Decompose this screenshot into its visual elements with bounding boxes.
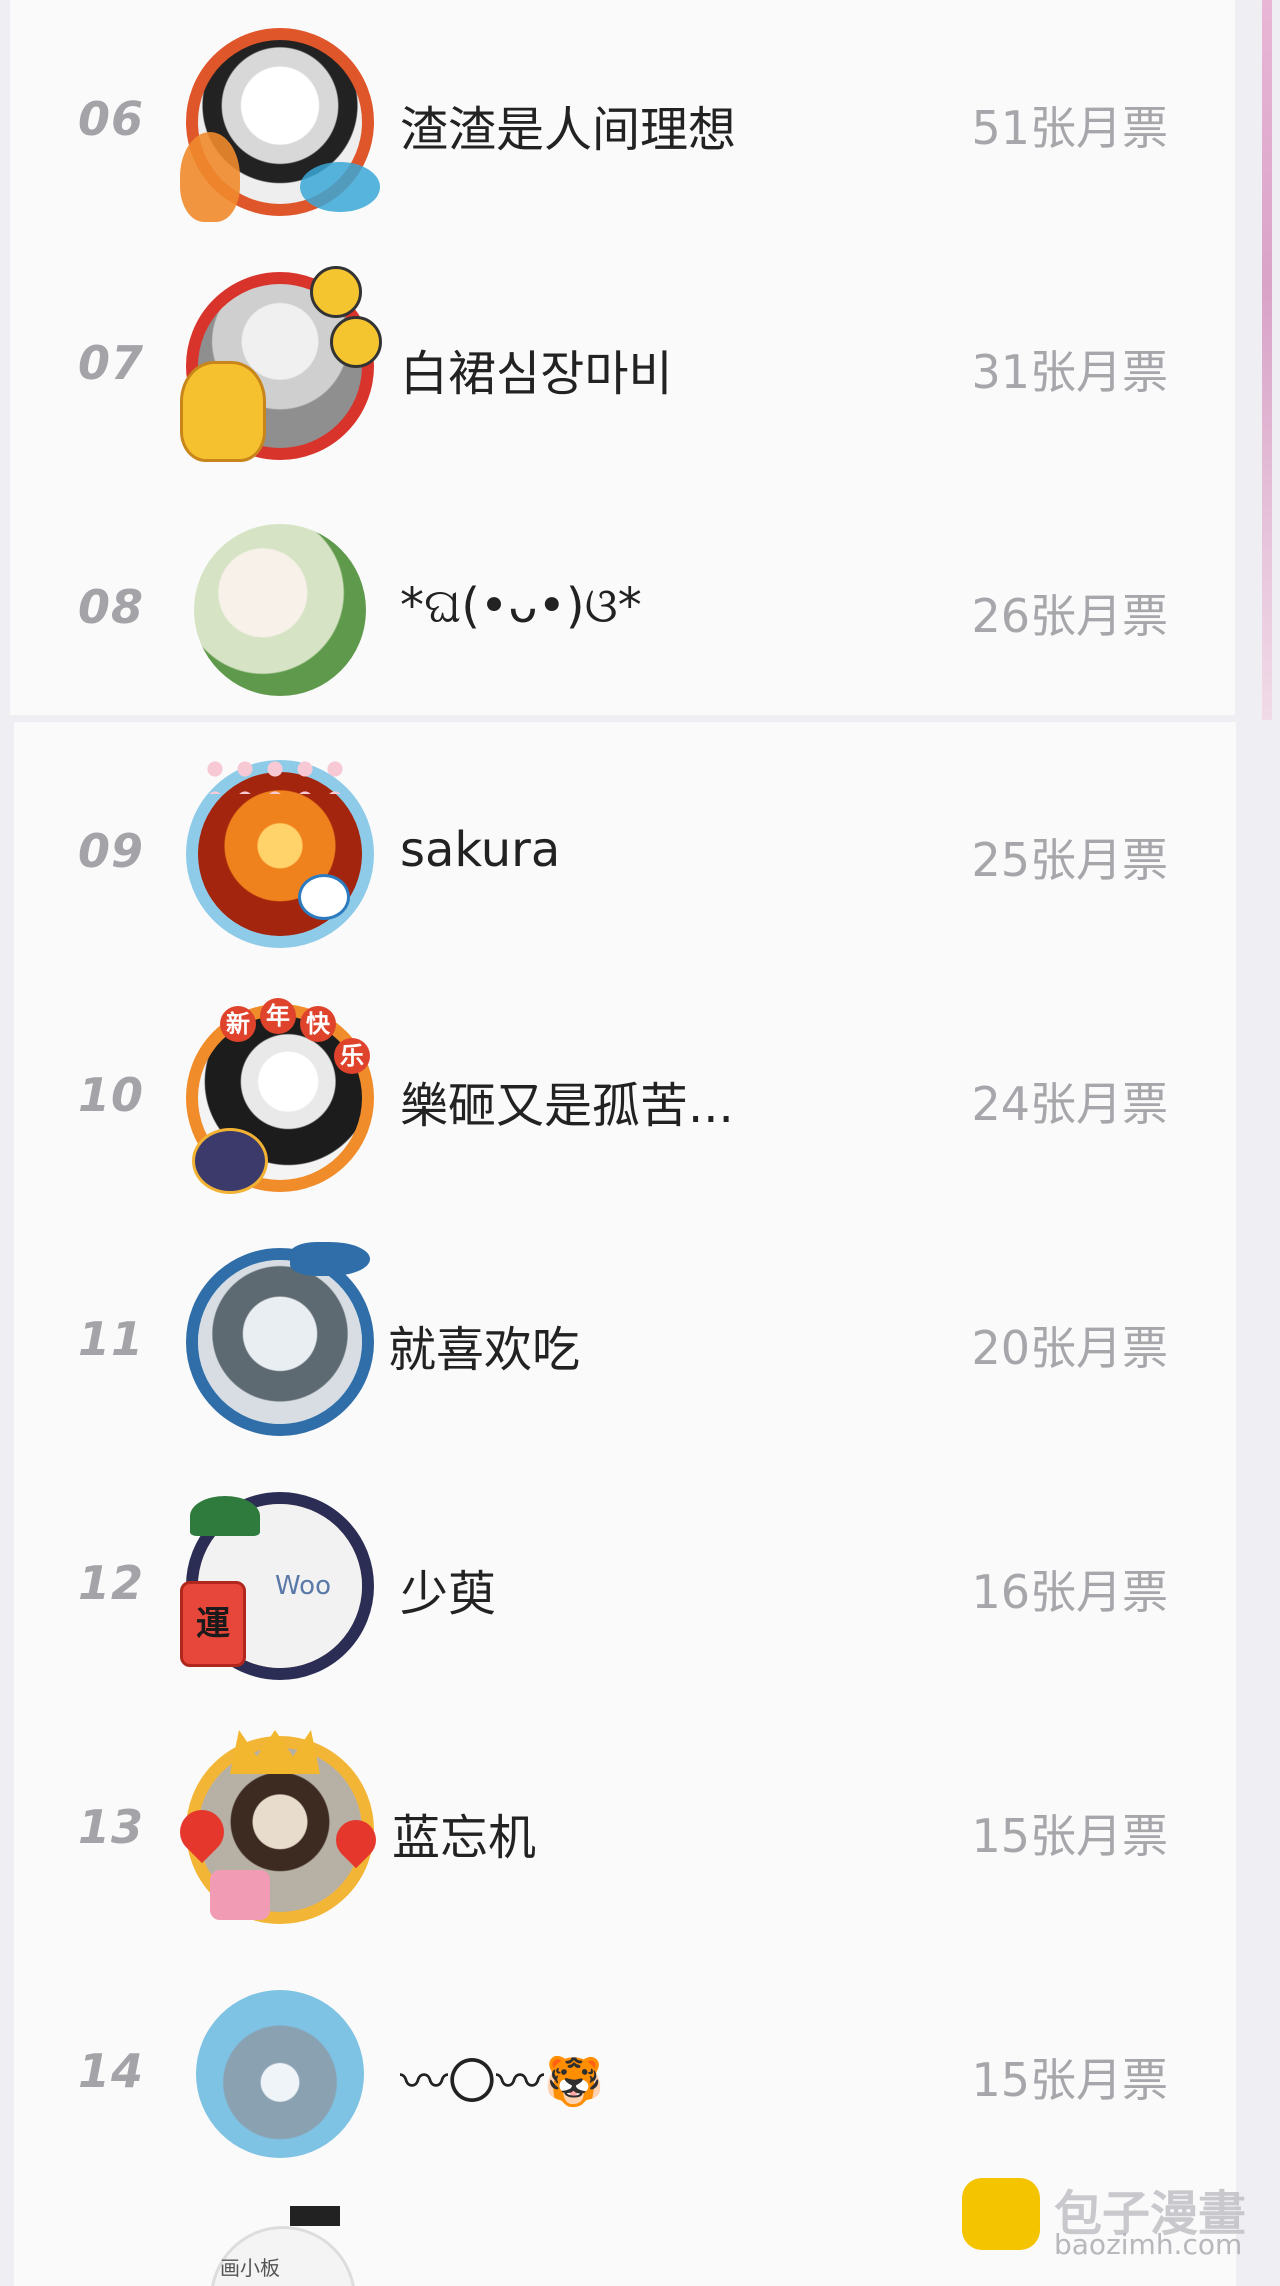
- avatar[interactable]: 新 年 快 乐: [180, 998, 380, 1198]
- vote-count: 26张月票: [971, 589, 1168, 643]
- graduation-cap-icon: [290, 2206, 340, 2226]
- vote-count: 15张月票: [971, 2053, 1168, 2107]
- rank-number: 06: [78, 92, 145, 146]
- rank-number: 09: [78, 824, 145, 878]
- user-name: 就喜欢吃: [388, 1322, 581, 1378]
- list-item[interactable]: 07 白裙심장마비 31张月票: [0, 244, 1240, 488]
- bird-icon: [298, 874, 350, 920]
- list-item[interactable]: 09 sakura 25张月票: [0, 732, 1240, 976]
- vote-count: 24张月票: [971, 1077, 1168, 1131]
- avatar[interactable]: [180, 1974, 380, 2174]
- vote-count: 25张月票: [971, 833, 1168, 887]
- user-name: sakura: [400, 822, 561, 878]
- wave-icon: [300, 162, 380, 212]
- user-name: 樂砸又是孤苦...: [400, 1078, 734, 1134]
- list-item[interactable]: 08 *ଘ(•ᴗ•)ଓ* 26张月票: [0, 488, 1240, 732]
- luck-tag-icon: 運: [180, 1581, 246, 1667]
- list-item[interactable]: 13 蓝忘机 15张月票: [0, 1708, 1240, 1952]
- rank-number: 13: [78, 1800, 145, 1854]
- rank-number: 14: [78, 2044, 145, 2098]
- pine-icon: [190, 1496, 260, 1536]
- avatar[interactable]: [180, 510, 380, 710]
- avatar[interactable]: [180, 22, 380, 222]
- user-name: 白裙심장마비: [400, 346, 673, 402]
- user-name: 少萸: [400, 1566, 497, 1622]
- avatar[interactable]: [180, 1242, 380, 1442]
- rank-number: 10: [78, 1068, 145, 1122]
- coin-icon: [330, 316, 382, 368]
- avatar[interactable]: 画小板: [180, 2196, 380, 2286]
- vote-count: 16张月票: [971, 1565, 1168, 1619]
- rank-number: 07: [78, 336, 145, 390]
- new-year-badge: 年: [260, 998, 296, 1034]
- list-item[interactable]: 11 就喜欢吃 20张月票: [0, 1220, 1240, 1464]
- new-year-badge: 乐: [334, 1038, 370, 1074]
- list-item[interactable]: 14 〰〇〰🐯 15张月票: [0, 1952, 1240, 2196]
- user-avatar-image: [196, 1990, 364, 2158]
- penguin-icon: [192, 1128, 268, 1194]
- list-item[interactable]: 10 新 年 快 乐 樂砸又是孤苦... 24张月票: [0, 976, 1240, 1220]
- watermark: 包子漫畫 baozimh.com: [962, 2172, 1280, 2282]
- new-year-badge: 快: [300, 1006, 336, 1042]
- watermark-url: baozimh.com: [1054, 2228, 1243, 2261]
- bun-logo-icon: [962, 2178, 1040, 2250]
- user-name: *ଘ(•ᴗ•)ଓ*: [400, 578, 642, 634]
- user-name: 〰〇〰🐯: [400, 2054, 604, 2110]
- lucky-cat-icon: [180, 361, 266, 462]
- list-item[interactable]: 06 渣渣是人间理想 51张月票: [0, 0, 1240, 244]
- vote-count: 31张月票: [971, 345, 1168, 399]
- koi-fish-icon: [180, 132, 240, 222]
- avatar-text: 画小板: [220, 2256, 280, 2280]
- crown-icon: [230, 1730, 320, 1774]
- avatar-text: Woo: [275, 1571, 331, 1601]
- avatar[interactable]: Woo 運: [180, 1486, 380, 1686]
- avatar[interactable]: [180, 754, 380, 954]
- rank-number: 12: [78, 1556, 145, 1610]
- scroll-accent: [1262, 0, 1272, 720]
- user-avatar-image: [194, 524, 366, 696]
- rank-number: 11: [78, 1312, 145, 1366]
- fish-flag-icon: [290, 1242, 370, 1276]
- cake-icon: [210, 1870, 270, 1920]
- vote-count: 20张月票: [971, 1321, 1168, 1375]
- user-name: 渣渣是人间理想: [400, 102, 737, 158]
- list-item[interactable]: 12 Woo 運 少萸 16张月票: [0, 1464, 1240, 1708]
- vote-count: 51张月票: [971, 101, 1168, 155]
- vote-count: 15张月票: [971, 1809, 1168, 1863]
- coin-icon: [310, 266, 362, 318]
- new-year-badge: 新: [220, 1006, 256, 1042]
- avatar[interactable]: [170, 1730, 385, 1930]
- user-name: 蓝忘机: [392, 1810, 537, 1866]
- user-avatar-image: [198, 1260, 362, 1424]
- cherry-blossom-icon: [200, 754, 350, 794]
- avatar[interactable]: [180, 266, 382, 466]
- rank-number: 08: [78, 580, 145, 634]
